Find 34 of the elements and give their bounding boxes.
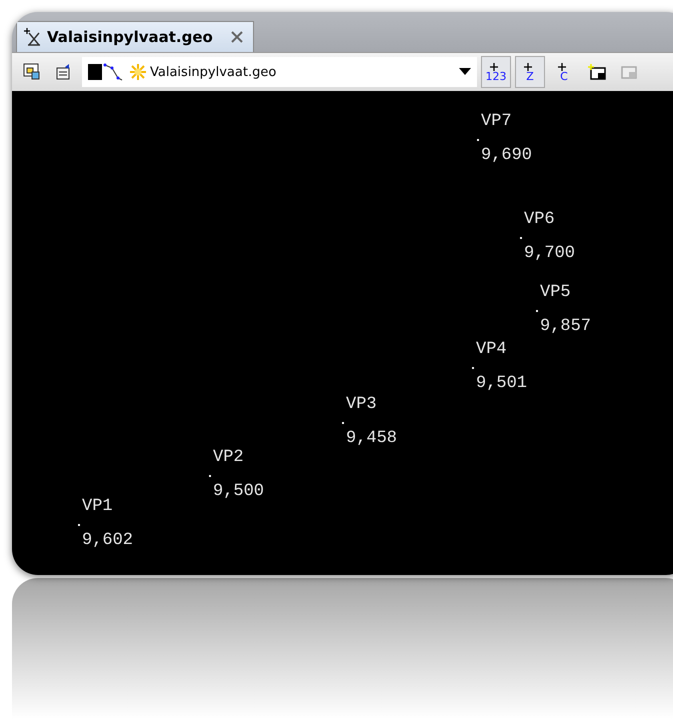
document-tab[interactable]: Valaisinpylvaat.geo bbox=[16, 21, 254, 52]
point-label-toggle[interactable]: C bbox=[549, 56, 579, 88]
layer-dropdown[interactable]: Valaisinpylvaat.geo bbox=[82, 57, 477, 87]
point-name: VP1 bbox=[82, 497, 113, 516]
point-height: 9,700 bbox=[524, 244, 576, 263]
point-label-toggle[interactable]: Z bbox=[515, 56, 545, 88]
tab-title: Valaisinpylvaat.geo bbox=[47, 28, 213, 46]
dropdown-caret-icon bbox=[459, 68, 471, 76]
point-height: 9,690 bbox=[481, 146, 532, 165]
point-marker bbox=[78, 524, 80, 526]
survey-point-icon bbox=[23, 27, 43, 47]
point-name: VP7 bbox=[481, 112, 512, 131]
point-marker bbox=[209, 475, 211, 477]
point-marker bbox=[342, 422, 344, 424]
point-marker bbox=[477, 139, 479, 141]
plus-icon bbox=[558, 62, 566, 70]
point-marker bbox=[520, 237, 522, 239]
point-height: 9,500 bbox=[213, 482, 264, 501]
point-name: VP4 bbox=[476, 340, 507, 359]
plus-icon bbox=[490, 62, 498, 70]
point-marker bbox=[536, 310, 538, 312]
point-height: 9,857 bbox=[540, 317, 592, 336]
sun-icon bbox=[129, 63, 147, 81]
point-name: VP3 bbox=[346, 395, 377, 414]
point-marker bbox=[472, 367, 474, 369]
point-name: VP5 bbox=[540, 283, 571, 302]
point-label-toggle[interactable]: 123 bbox=[481, 56, 511, 88]
plus-icon bbox=[524, 62, 532, 70]
point-name: VP6 bbox=[524, 210, 555, 229]
point-height: 9,501 bbox=[476, 374, 528, 393]
close-icon[interactable] bbox=[230, 31, 243, 43]
point-height: 9,458 bbox=[346, 429, 398, 448]
point-name: VP2 bbox=[213, 448, 244, 467]
point-height: 9,602 bbox=[82, 531, 134, 550]
